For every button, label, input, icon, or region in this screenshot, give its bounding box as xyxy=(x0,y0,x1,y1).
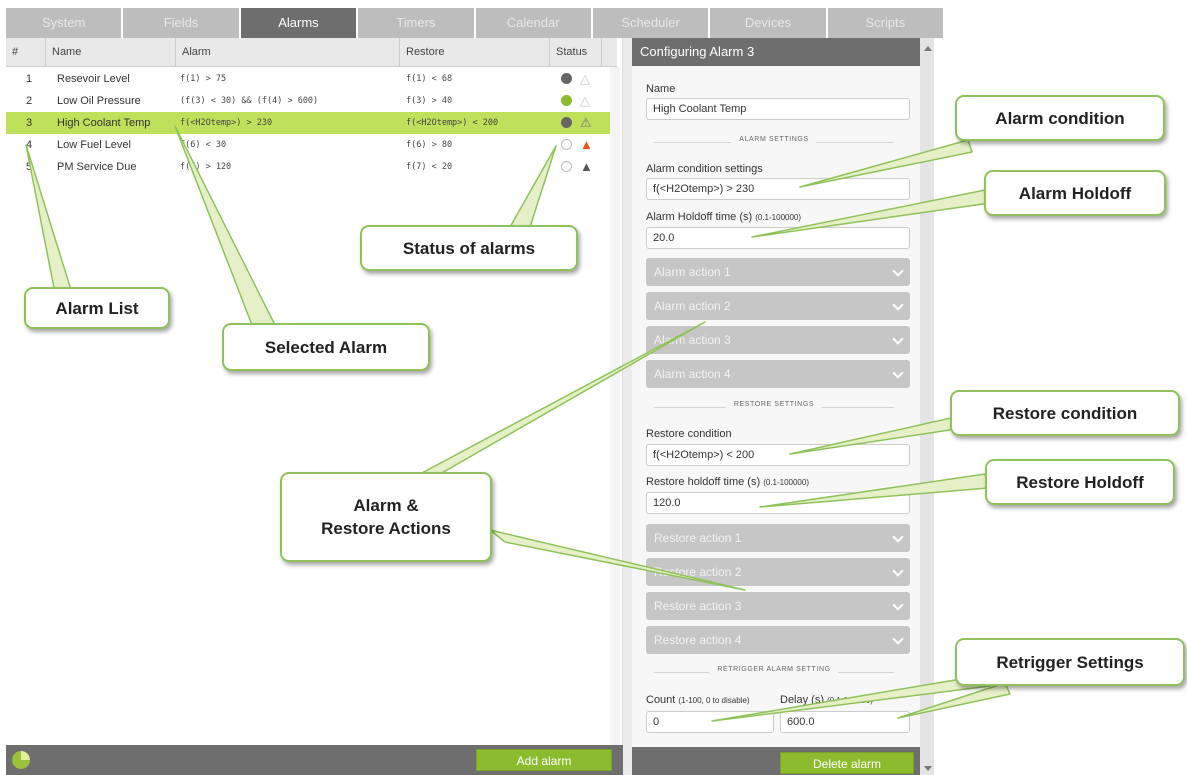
callout-actions-line1: Alarm & xyxy=(353,496,419,515)
leader-actions-2 xyxy=(489,529,746,591)
callout-alarm-list: Alarm List xyxy=(24,287,170,329)
leader-status xyxy=(509,145,557,228)
callout-retrigger-settings: Retrigger Settings xyxy=(955,638,1185,686)
callout-restore-holdoff: Restore Holdoff xyxy=(985,459,1175,505)
leader-alarm-condition xyxy=(799,139,973,188)
callout-alarm-holdoff: Alarm Holdoff xyxy=(984,170,1166,216)
callout-alarm-condition: Alarm condition xyxy=(955,95,1165,141)
leader-retrigger-1 xyxy=(711,674,991,722)
leader-actions-1 xyxy=(419,321,706,475)
callout-selected-alarm: Selected Alarm xyxy=(222,323,430,371)
callout-status-of-alarms: Status of alarms xyxy=(360,225,578,271)
leader-restore-holdoff xyxy=(759,473,989,508)
callout-restore-condition: Restore condition xyxy=(950,390,1180,436)
leader-alarm-list xyxy=(25,144,73,294)
leader-alarm-holdoff xyxy=(751,189,991,238)
callout-alarm-restore-actions: Alarm & Restore Actions xyxy=(280,472,492,562)
leader-selected-alarm xyxy=(174,125,276,326)
leader-restore-condition xyxy=(789,415,964,455)
callout-actions-line2: Restore Actions xyxy=(321,519,451,538)
